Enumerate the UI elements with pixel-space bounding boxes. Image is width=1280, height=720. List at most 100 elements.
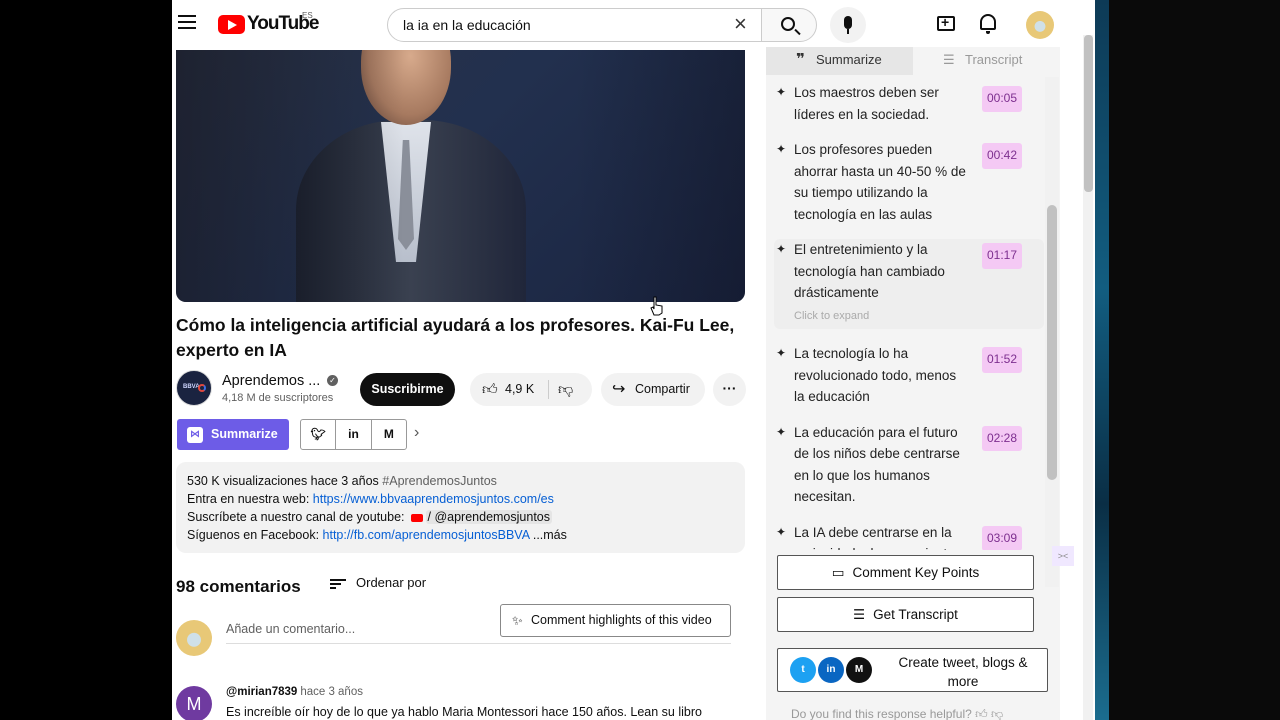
- twitter-icon: t: [790, 657, 816, 683]
- tab-summarize[interactable]: ❞ Summarize: [766, 47, 913, 75]
- show-more-link[interactable]: ...más: [533, 528, 567, 542]
- linkedin-icon: in: [818, 657, 844, 683]
- search-input[interactable]: la ia en la educación: [387, 8, 762, 42]
- video-title: Cómo la inteligencia artificial ayudará …: [176, 315, 735, 360]
- sparkle-bullet-icon: ✦: [776, 142, 787, 156]
- tab-summarize-label: Summarize: [816, 52, 882, 67]
- channel-avatar[interactable]: BBVA: [176, 370, 212, 406]
- clear-search-icon[interactable]: ×: [734, 13, 754, 35]
- collapse-panel-icon[interactable]: ><: [1052, 546, 1074, 566]
- mic-icon[interactable]: [830, 7, 866, 43]
- page-scrollbar-thumb[interactable]: [1084, 35, 1093, 192]
- desktop-background: [1095, 0, 1280, 720]
- desc-line-web-label: Entra en nuestra web:: [187, 492, 313, 506]
- summarize-label: Summarize: [211, 427, 278, 441]
- country-code: ES: [302, 11, 313, 20]
- bell-icon[interactable]: [980, 14, 996, 34]
- summary-item[interactable]: ✦ La IA debe centrarse en la curiosidad,…: [774, 522, 1044, 551]
- timestamp-badge[interactable]: 02:28: [981, 425, 1022, 451]
- summary-item-text: La IA debe centrarse en la curiosidad, e…: [794, 524, 955, 551]
- thumbs-down-icon[interactable]: 👎︎: [991, 707, 1003, 720]
- summary-item[interactable]: ✦ La tecnología lo ha revolucionado todo…: [774, 343, 1044, 408]
- click-to-expand[interactable]: Click to expand: [794, 310, 869, 322]
- like-count[interactable]: 4,9 K: [505, 382, 534, 396]
- video-description[interactable]: 530 K visualizaciones hace 3 años #Apren…: [176, 462, 745, 553]
- desc-line-facebook-label: Síguenos en Facebook:: [187, 528, 323, 542]
- channel-handle-link[interactable]: / @aprendemosjuntos: [425, 510, 552, 524]
- subscribe-button[interactable]: Suscribirme: [360, 373, 455, 406]
- summary-item[interactable]: ✦ El entretenimiento y la tecnología han…: [774, 239, 1044, 329]
- social-share-group: 🐦︎ in M: [300, 419, 407, 450]
- view-meta: 530 K visualizaciones hace 3 años: [187, 474, 379, 488]
- share-button[interactable]: ↪ Compartir: [601, 373, 705, 406]
- dislike-icon[interactable]: 👎︎: [558, 381, 573, 399]
- timestamp-badge[interactable]: 01:17: [981, 243, 1022, 269]
- summary-item[interactable]: ✦ La educación para el futuro de los niñ…: [774, 422, 1044, 508]
- hamburger-icon[interactable]: [178, 15, 196, 33]
- panel-tabs: ❞ Summarize ☰ Transcript: [766, 47, 1060, 75]
- comment-avatar[interactable]: M: [176, 686, 212, 720]
- comment-key-points-label: Comment Key Points: [852, 565, 980, 580]
- sparkle-bullet-icon: ✦: [776, 424, 787, 439]
- linkedin-icon[interactable]: in: [336, 420, 372, 449]
- masthead: YouTube ES la ia en la educación ×: [172, 0, 1095, 50]
- create-tweet-button[interactable]: t in M Create tweet, blogs & more: [777, 648, 1048, 692]
- timestamp-badge[interactable]: 03:09: [981, 525, 1022, 550]
- summary-list: ✦ Los maestros deben ser líderes en la s…: [774, 82, 1044, 550]
- summarize-logo-icon: ⋈: [187, 427, 203, 443]
- share-icon: ↪: [612, 381, 626, 398]
- summary-item[interactable]: ✦ Los maestros deben ser líderes en la s…: [774, 82, 1044, 125]
- search-icon: [781, 17, 795, 31]
- comments-count: 98 comentarios: [176, 577, 301, 596]
- youtube-logo[interactable]: YouTube ES: [218, 11, 319, 35]
- sparkle-bullet-icon: ✦: [776, 85, 787, 99]
- comment-text: Es increíble oír hoy de lo que ya hablo …: [226, 705, 702, 719]
- thumbs-up-icon[interactable]: 👍︎: [975, 707, 988, 720]
- comment-highlights-button[interactable]: ✨︎ Comment highlights of this video: [500, 604, 731, 637]
- facebook-link[interactable]: http://fb.com/aprendemosjuntosBBVA: [323, 528, 530, 542]
- tab-transcript-label: Transcript: [965, 52, 1023, 67]
- video-player[interactable]: [176, 50, 745, 302]
- summary-item[interactable]: ✦ Los profesores pueden ahorrar hasta un…: [774, 139, 1044, 225]
- transcript-list-icon: ☰: [853, 607, 866, 622]
- timestamp-badge[interactable]: 01:52: [981, 347, 1022, 373]
- more-actions-icon[interactable]: ···: [713, 373, 746, 406]
- create-video-icon[interactable]: [937, 14, 955, 31]
- summary-item-text: La tecnología lo ha revolucionado todo, …: [794, 346, 957, 404]
- website-link[interactable]: https://www.bbvaaprendemosjuntos.com/es: [313, 492, 554, 506]
- user-avatar: [176, 620, 212, 656]
- summarize-button[interactable]: ⋈ Summarize: [177, 419, 289, 450]
- panel-scrollbar-thumb[interactable]: [1047, 205, 1057, 480]
- comment-key-points-button[interactable]: ▭ Comment Key Points: [777, 555, 1034, 590]
- get-transcript-button[interactable]: ☰ Get Transcript: [777, 597, 1034, 632]
- comment-author[interactable]: @mirian7839 hace 3 años: [226, 686, 363, 698]
- timestamp-badge[interactable]: 00:42: [981, 143, 1022, 169]
- create-tweet-label: Create tweet, blogs & more: [898, 655, 1028, 689]
- share-label: Compartir: [635, 382, 690, 396]
- chevron-right-icon[interactable]: ›: [414, 424, 419, 442]
- medium-icon: M: [846, 657, 872, 683]
- summary-item-text: Los profesores pueden ahorrar hasta un 4…: [794, 142, 966, 222]
- summary-item-text: El entretenimiento y la tecnología han c…: [794, 242, 945, 300]
- twitter-icon[interactable]: 🐦︎: [301, 420, 337, 449]
- like-icon[interactable]: 👍︎: [482, 381, 498, 399]
- account-avatar[interactable]: [1026, 11, 1054, 39]
- youtube-play-icon: [218, 14, 245, 34]
- sort-label: Ordenar por: [356, 575, 427, 590]
- tab-transcript[interactable]: ☰ Transcript: [913, 47, 1060, 75]
- get-transcript-label: Get Transcript: [873, 607, 958, 622]
- sort-icon: [330, 577, 346, 591]
- medium-icon[interactable]: M: [372, 420, 406, 449]
- sparkle-bullet-icon: ✦: [776, 242, 787, 256]
- subscriber-count: 4,18 M de suscriptores: [222, 392, 334, 404]
- channel-name[interactable]: Aprendemos ...: [222, 373, 320, 389]
- timestamp-badge[interactable]: 00:05: [981, 86, 1022, 112]
- desc-line-youtube-label: Suscríbete a nuestro canal de youtube:: [187, 510, 405, 524]
- transcript-icon: ☰: [943, 52, 955, 67]
- youtube-mini-icon: [410, 513, 423, 522]
- helpful-prompt: Do you find this response helpful? 👍︎ 👎︎: [791, 707, 1004, 720]
- search-button[interactable]: [761, 8, 817, 42]
- quote-icon: ❞: [796, 51, 805, 68]
- sort-comments-button[interactable]: Ordenar por: [330, 575, 426, 591]
- hashtag[interactable]: #AprendemosJuntos: [382, 474, 497, 488]
